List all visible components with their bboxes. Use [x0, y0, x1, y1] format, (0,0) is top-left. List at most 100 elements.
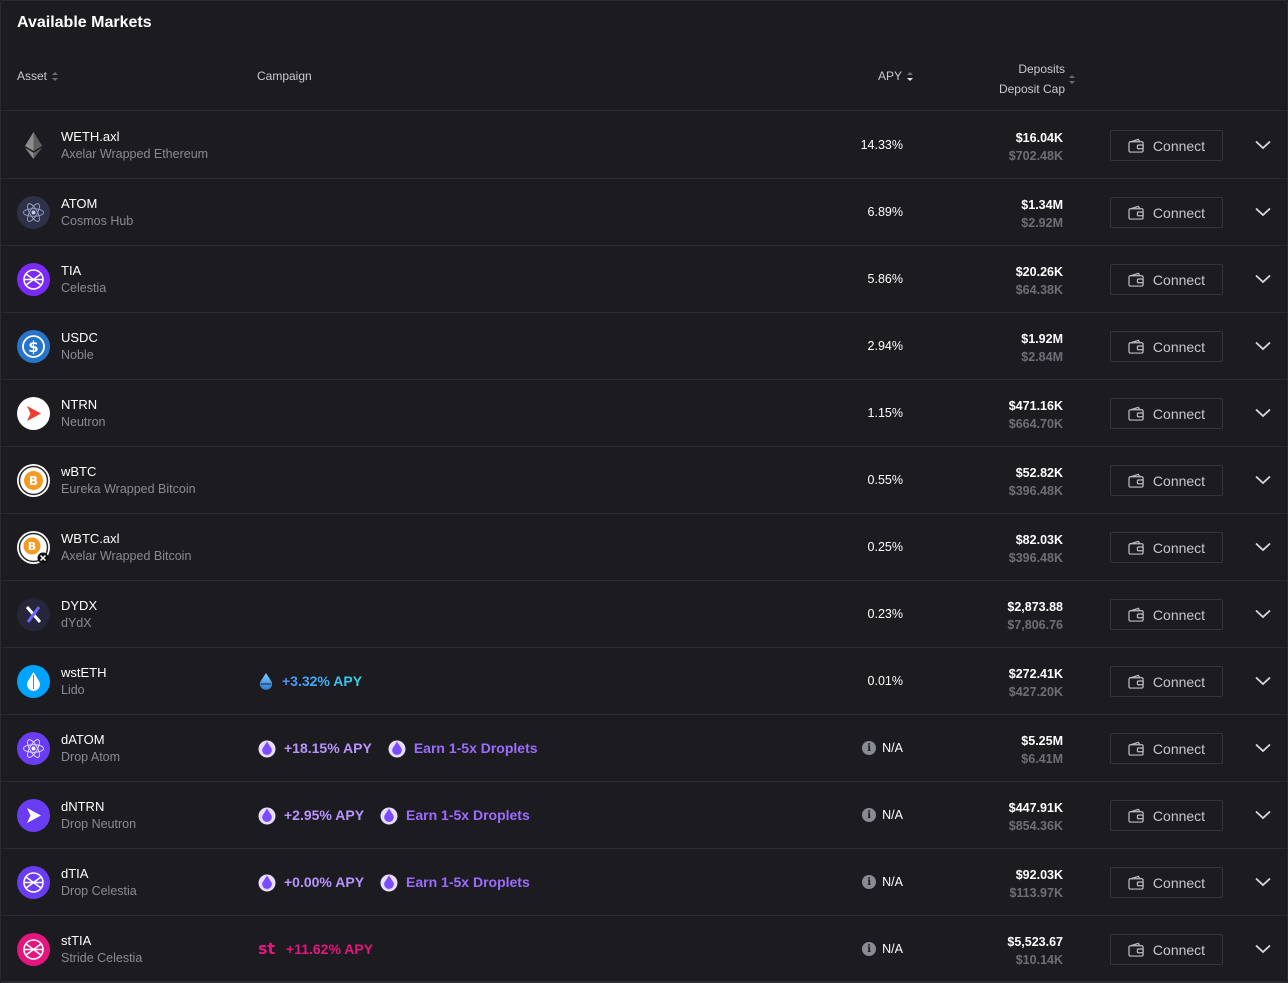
asset-symbol: WBTC.axl	[61, 531, 120, 546]
connect-button[interactable]: Connect	[1110, 130, 1223, 161]
apy-value: N/A	[882, 875, 903, 889]
campaign-badge[interactable]: Earn 1-5x Droplets	[380, 872, 530, 892]
asset-name: Drop Atom	[61, 750, 121, 764]
apy-cell: 0.01%	[868, 674, 903, 688]
deposits-cell: $16.04K $702.48K	[1009, 129, 1063, 165]
asset-column-header[interactable]: Asset	[17, 69, 59, 83]
market-row[interactable]: wstETH Lido +3.32% APY 0.01% $272.41K $4…	[1, 648, 1288, 715]
asset-symbol: WETH.axl	[61, 129, 120, 144]
apy-value: 5.86%	[867, 272, 903, 286]
apy-value: 0.01%	[867, 674, 903, 688]
chevron-down-icon[interactable]	[1254, 674, 1272, 688]
info-icon[interactable]: i	[862, 942, 877, 956]
chevron-down-icon[interactable]	[1254, 808, 1272, 822]
asset-symbol: USDC	[61, 330, 98, 345]
connect-button[interactable]: Connect	[1110, 800, 1223, 831]
asset-name: Neutron	[61, 415, 106, 429]
campaign-cell: +0.00% APY Earn 1-5x Droplets	[258, 872, 530, 892]
chevron-down-icon[interactable]	[1254, 540, 1272, 554]
apy-value: 6.89%	[867, 205, 903, 219]
campaign-cell: +18.15% APY Earn 1-5x Droplets	[258, 738, 538, 758]
campaign-badge[interactable]: +0.00% APY	[258, 872, 364, 892]
apy-value: 14.33%	[860, 138, 903, 152]
campaign-cell: +2.95% APY Earn 1-5x Droplets	[258, 805, 530, 825]
info-icon[interactable]: i	[862, 741, 877, 755]
campaign-badge[interactable]: st +11.62% APY	[258, 940, 373, 958]
market-row[interactable]: TIA Celestia 5.86% $20.26K $64.38K Conne…	[1, 246, 1288, 313]
market-row[interactable]: B WBTC.axl Axelar Wrapped Bitcoin 0.25% …	[1, 514, 1288, 581]
info-icon[interactable]: i	[862, 875, 877, 889]
market-row[interactable]: WETH.axl Axelar Wrapped Ethereum 14.33% …	[1, 112, 1288, 179]
campaign-badge[interactable]: +2.95% APY	[258, 805, 364, 825]
deposit-cap-value: $396.48K	[1008, 484, 1063, 498]
connect-button[interactable]: Connect	[1110, 934, 1223, 965]
campaign-badge[interactable]: Earn 1-5x Droplets	[388, 738, 538, 758]
info-icon[interactable]: i	[862, 808, 877, 822]
market-row[interactable]: DYDX dYdX 0.23% $2,873.88 $7,806.76 Conn…	[1, 581, 1288, 648]
deposits-cell: $20.26K $64.38K	[1016, 263, 1063, 299]
chevron-down-icon[interactable]	[1254, 205, 1272, 219]
campaign-badge[interactable]: +3.32% APY	[258, 672, 362, 690]
connect-button[interactable]: Connect	[1110, 599, 1223, 630]
apy-header-label: APY	[878, 69, 903, 83]
chevron-down-icon[interactable]	[1254, 875, 1272, 889]
deposit-cap-value: $427.20K	[1008, 685, 1063, 699]
campaign-header-label: Campaign	[257, 69, 312, 83]
deposits-value: $82.03K	[1015, 533, 1063, 547]
deposits-column-header[interactable]: Deposits Deposit Cap	[999, 59, 1075, 99]
deposits-cell: $5.25M $6.41M	[1021, 732, 1063, 768]
connect-button[interactable]: Connect	[1110, 197, 1223, 228]
connect-label: Connect	[1152, 204, 1206, 221]
campaign-badge[interactable]: +18.15% APY	[258, 738, 372, 758]
deposit-cap-value: $10.14K	[1015, 953, 1063, 967]
campaign-badge[interactable]: Earn 1-5x Droplets	[380, 805, 530, 825]
deposits-cell: $272.41K $427.20K	[1009, 665, 1063, 701]
deposit-cap-value: $6.41M	[1021, 752, 1063, 766]
asset-symbol: ATOM	[61, 196, 98, 211]
chevron-down-icon[interactable]	[1254, 339, 1272, 353]
connect-button[interactable]: Connect	[1110, 465, 1223, 496]
chevron-down-icon[interactable]	[1254, 138, 1272, 152]
asset-name: Axelar Wrapped Ethereum	[61, 147, 209, 161]
market-row[interactable]: ATOM Cosmos Hub 6.89% $1.34M $2.92M Conn…	[1, 179, 1288, 246]
campaign-text: +3.32% APY	[282, 673, 363, 689]
campaign-text: +0.00% APY	[284, 874, 365, 890]
lido-icon	[17, 665, 50, 698]
connect-button[interactable]: Connect	[1110, 398, 1223, 429]
market-row[interactable]: B wBTC Eureka Wrapped Bitcoin 0.55% $52.…	[1, 447, 1288, 514]
market-row[interactable]: stTIA Stride Celestia st +11.62% APY i N/A…	[1, 916, 1288, 983]
market-row[interactable]: NTRN Neutron 1.15% $471.16K $664.70K Con…	[1, 380, 1288, 447]
ntrn-icon	[17, 397, 50, 430]
drop-icon	[258, 805, 276, 825]
connect-button[interactable]: Connect	[1110, 264, 1223, 295]
chevron-down-icon[interactable]	[1254, 406, 1272, 420]
wallet-icon	[1128, 138, 1145, 153]
apy-column-header[interactable]: APY	[878, 69, 914, 83]
chevron-down-icon[interactable]	[1254, 741, 1272, 755]
campaign-text: Earn 1-5x Droplets	[406, 874, 530, 890]
connect-button[interactable]: Connect	[1110, 532, 1223, 563]
deposits-cell: $1.34M $2.92M	[1021, 196, 1063, 232]
connect-button[interactable]: Connect	[1110, 666, 1223, 697]
chevron-down-icon[interactable]	[1254, 942, 1272, 956]
wallet-icon	[1128, 540, 1145, 555]
drop-icon	[388, 738, 406, 758]
connect-button[interactable]: Connect	[1110, 867, 1223, 898]
chevron-down-icon[interactable]	[1254, 272, 1272, 286]
market-row[interactable]: $ USDC Noble 2.94% $1.92M $2.84M Connect	[1, 313, 1288, 380]
market-row[interactable]: dNTRN Drop Neutron +2.95% APY Earn 1-5x D…	[1, 782, 1288, 849]
deposits-cell: $1.92M $2.84M	[1021, 330, 1063, 366]
chevron-down-icon[interactable]	[1254, 473, 1272, 487]
apy-cell: i N/A	[862, 942, 903, 956]
chevron-down-icon[interactable]	[1254, 607, 1272, 621]
apy-cell: 2.94%	[868, 339, 903, 353]
lido-drop-icon	[258, 672, 274, 690]
wallet-icon	[1128, 272, 1145, 287]
market-row[interactable]: dATOM Drop Atom +18.15% APY Earn 1-5x Dro…	[1, 715, 1288, 782]
connect-button[interactable]: Connect	[1110, 331, 1223, 362]
deposits-value: $272.41K	[1008, 667, 1063, 681]
connect-button[interactable]: Connect	[1110, 733, 1223, 764]
market-row[interactable]: dTIA Drop Celestia +0.00% APY Earn 1-5x D…	[1, 849, 1288, 916]
apy-cell: 1.15%	[868, 406, 903, 420]
asset-symbol: DYDX	[61, 598, 98, 613]
